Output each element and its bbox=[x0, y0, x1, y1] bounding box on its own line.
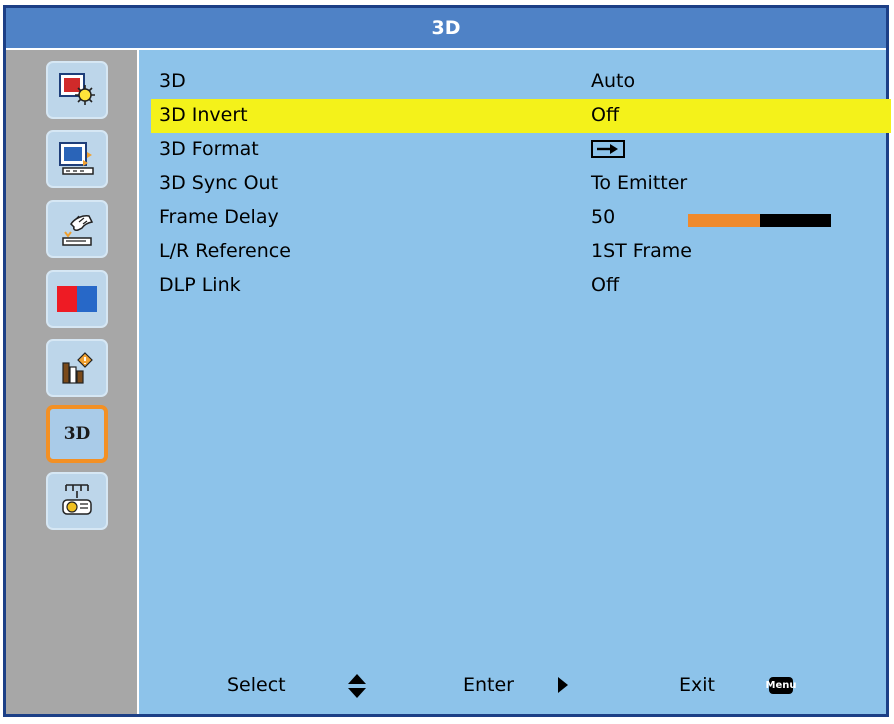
menu-row-dlp-link[interactable]: DLP Link Off bbox=[151, 269, 891, 303]
row-value: Off bbox=[591, 274, 620, 296]
sidebar-item-color[interactable] bbox=[46, 270, 108, 328]
title-bar: 3D bbox=[6, 8, 886, 50]
up-down-arrow-icon bbox=[348, 674, 366, 698]
row-label: DLP Link bbox=[159, 274, 241, 296]
sidebar-item-setup[interactable] bbox=[46, 200, 108, 258]
sidebar-item-image[interactable] bbox=[46, 61, 108, 119]
row-label: 3D Sync Out bbox=[159, 172, 279, 194]
row-value: To Emitter bbox=[591, 172, 688, 194]
footer-hints: Select Enter Exit Menu bbox=[139, 670, 886, 700]
select-hint: Select bbox=[227, 674, 286, 696]
row-label: Frame Delay bbox=[159, 206, 279, 228]
3d-icon: 3D bbox=[63, 424, 91, 444]
image-settings-icon bbox=[59, 73, 95, 105]
menu-row-3d-sync-out[interactable]: 3D Sync Out To Emitter bbox=[151, 167, 891, 201]
menu-key-icon: Menu bbox=[766, 677, 797, 694]
menu-row-3d[interactable]: 3D Auto bbox=[151, 65, 891, 99]
menu-row-3d-invert[interactable]: 3D Invert Off bbox=[151, 99, 891, 133]
sidebar-item-network[interactable] bbox=[46, 472, 108, 530]
row-value: 50 bbox=[591, 206, 616, 228]
row-value: 1ST Frame bbox=[591, 240, 692, 262]
right-arrow-icon bbox=[591, 140, 625, 158]
menu-list: 3D Auto 3D Invert Off 3D Format 3D Sync … bbox=[151, 65, 891, 303]
menu-row-lr-reference[interactable]: L/R Reference 1ST Frame bbox=[151, 235, 891, 269]
osd-menu-window: 3D 3D 3D Auto 3D Invert Off 3D Format 3D… bbox=[3, 5, 891, 717]
info-icon bbox=[62, 352, 93, 384]
enter-hint: Enter bbox=[463, 674, 514, 696]
network-icon bbox=[62, 484, 92, 515]
exit-hint: Exit bbox=[679, 674, 715, 696]
setup-icon bbox=[62, 215, 94, 246]
sidebar: 3D bbox=[6, 50, 139, 714]
row-label: 3D Invert bbox=[159, 104, 248, 126]
row-value: Off bbox=[591, 104, 620, 126]
menu-row-3d-format[interactable]: 3D Format bbox=[151, 133, 891, 167]
sidebar-item-3d[interactable]: 3D bbox=[46, 405, 108, 463]
sidebar-item-info[interactable] bbox=[46, 339, 108, 397]
menu-title: 3D bbox=[431, 17, 461, 39]
row-value: Auto bbox=[591, 70, 636, 92]
row-label: 3D Format bbox=[159, 138, 259, 160]
frame-delay-slider[interactable] bbox=[688, 214, 831, 227]
sidebar-item-display[interactable] bbox=[46, 130, 108, 188]
row-label: L/R Reference bbox=[159, 240, 291, 262]
color-settings-icon bbox=[57, 286, 97, 312]
row-label: 3D bbox=[159, 70, 186, 92]
display-settings-icon bbox=[59, 142, 94, 175]
right-triangle-icon bbox=[558, 677, 568, 693]
slider-fill bbox=[688, 214, 760, 227]
menu-row-frame-delay[interactable]: Frame Delay 50 bbox=[151, 201, 891, 235]
